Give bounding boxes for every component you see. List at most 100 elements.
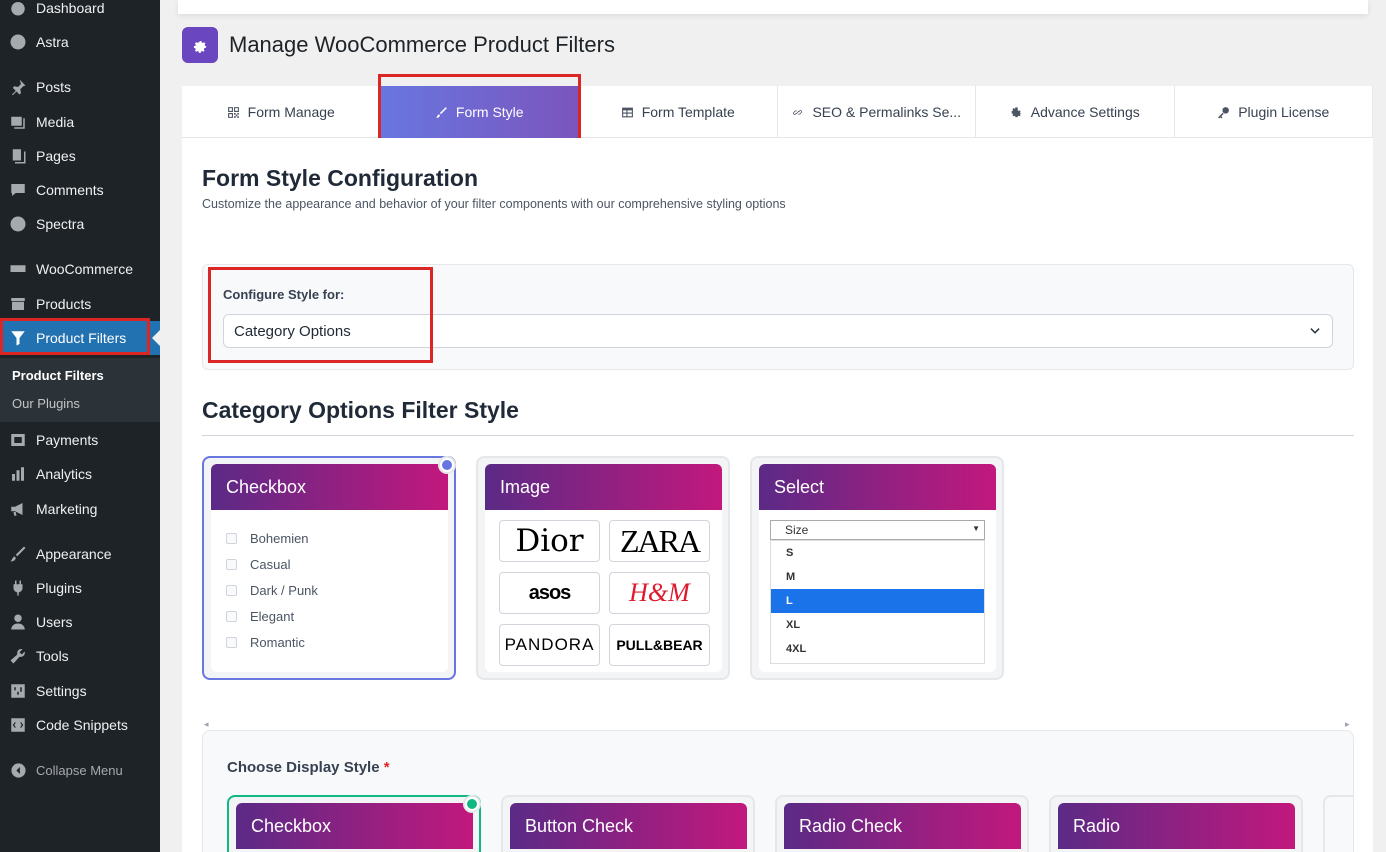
sidebar-item-label: Spectra (36, 216, 85, 232)
checkbox-option-label: Elegant (250, 609, 295, 624)
archive-icon (0, 295, 36, 313)
caret-down-icon: ▼ (972, 524, 980, 533)
sidebar-item-posts[interactable]: Posts (0, 70, 160, 104)
sidebar-item-users[interactable]: Users (0, 605, 160, 639)
sliders-icon (0, 682, 36, 700)
configure-style-select[interactable]: Category Options (223, 314, 1333, 348)
style-card-select[interactable]: Select Size ▼ S M L XL 4XL (750, 456, 1004, 680)
checkbox-icon (226, 585, 237, 596)
checkbox-icon (226, 611, 237, 622)
tab-seo-permalinks-se[interactable]: SEO & Permalinks Se... (778, 86, 976, 138)
size-select-preview: Size ▼ (770, 520, 985, 540)
wrench-icon (0, 647, 36, 665)
card-preview: Size ▼ S M L XL 4XL (759, 510, 996, 672)
collapse-arrow-icon (0, 762, 36, 779)
size-option: XL (786, 619, 801, 631)
tab-plugin-license[interactable]: Plugin License (1175, 86, 1373, 138)
sidebar-item-comments[interactable]: Comments (0, 173, 160, 207)
sidebar-item-payments[interactable]: Payments (0, 423, 160, 457)
sidebar-item-plugins[interactable]: Plugins (0, 571, 160, 605)
sidebar-item-label: Users (36, 614, 73, 630)
tab-label: Form Style (455, 104, 524, 120)
brand-logo-hm: H&M (609, 572, 710, 614)
plug-icon (0, 579, 36, 597)
filter-icon (0, 329, 36, 347)
submenu-item-product-filters[interactable]: Product Filters (12, 368, 104, 383)
top-strip (178, 0, 1368, 14)
active-pointer (152, 330, 160, 346)
config-select-value: Category Options (234, 322, 351, 340)
brand-logo-dior: Dior (499, 520, 600, 562)
sidebar-item-analytics[interactable]: Analytics (0, 457, 160, 491)
selected-radio-icon (463, 795, 481, 813)
tab-form-style[interactable]: Form Style (380, 86, 579, 138)
brand-logo-asos: asos (499, 572, 600, 614)
style-card-checkbox[interactable]: Checkbox Bohemien Casual Dark / Punk Elegan… (202, 456, 456, 680)
scroll-right-arrow[interactable]: ▸ (1345, 719, 1350, 730)
checkbox-option-label: Bohemien (250, 531, 309, 546)
megaphone-icon (0, 500, 36, 518)
tab-bar: Form Manage Form Style Form Template SEO & … (182, 86, 1373, 138)
sidebar-item-label: Appearance (36, 546, 112, 562)
tab-label: Plugin License (1238, 104, 1330, 120)
sidebar-item-label: Settings (36, 683, 87, 699)
astra-icon (0, 33, 36, 51)
filter-style-title: Category Options Filter Style (202, 397, 519, 423)
card-title: Radio (1058, 803, 1295, 849)
spectra-icon (0, 215, 36, 233)
selected-radio-icon (438, 456, 456, 474)
style-card-image[interactable]: Image Dior ZARA asos H&M PANDORA PULL&BE… (476, 456, 730, 680)
sidebar-item-products[interactable]: Products (0, 287, 160, 321)
sidebar-item-label: Pages (36, 148, 76, 164)
sidebar-item-label: Tools (36, 648, 69, 664)
checkbox-icon (226, 559, 237, 570)
dashboard-icon (0, 0, 36, 17)
page-title: Manage WooCommerce Product Filters (229, 32, 615, 57)
display-style-card-radio[interactable]: Radio (1049, 795, 1303, 852)
config-label: Configure Style for: (223, 287, 345, 302)
collapse-menu-button[interactable]: Collapse Menu (0, 755, 160, 785)
display-style-card-checkbox[interactable]: Checkbox (227, 795, 481, 852)
sidebar-item-label: WooCommerce (36, 261, 133, 277)
sidebar-item-marketing[interactable]: Marketing (0, 492, 160, 526)
checkbox-option: Romantic (226, 635, 305, 650)
card-title: Image (485, 464, 722, 510)
tab-label: Form Manage (247, 104, 335, 120)
tab-label: SEO & Permalinks Se... (812, 104, 962, 120)
tab-form-template[interactable]: Form Template (579, 86, 778, 138)
sidebar-item-code-snippets[interactable]: Code Snippets (0, 708, 160, 742)
brush-icon (435, 106, 448, 119)
sidebar-item-pages[interactable]: Pages (0, 139, 160, 173)
display-style-card-radio-check[interactable]: Radio Check (775, 795, 1029, 852)
sidebar-item-label: Payments (36, 432, 99, 448)
sidebar-item-settings[interactable]: Settings (0, 674, 160, 708)
sidebar-item-woocommerce[interactable]: WooCommerce (0, 252, 160, 286)
checkbox-option: Bohemien (226, 531, 309, 546)
sidebar-item-label: Dashboard (36, 0, 105, 16)
display-style-card-button-check[interactable]: Button Check (501, 795, 755, 852)
section-subtitle: Customize the appearance and behavior of… (202, 197, 786, 211)
qr-grid-icon (227, 106, 240, 119)
size-option: 4XL (786, 643, 807, 655)
divider (202, 435, 1354, 436)
tab-label: Advance Settings (1030, 104, 1140, 120)
sidebar-item-product-filters[interactable]: Product Filters (0, 321, 160, 355)
sidebar-item-tools[interactable]: Tools (0, 639, 160, 673)
tab-form-manage[interactable]: Form Manage (182, 86, 381, 138)
card-title: Checkbox (211, 464, 448, 510)
sidebar-item-appearance[interactable]: Appearance (0, 537, 160, 571)
sidebar-item-label: Analytics (36, 466, 93, 482)
submenu-item-our-plugins[interactable]: Our Plugins (12, 396, 80, 411)
checkbox-option: Dark / Punk (226, 583, 318, 598)
tab-label: Form Template (641, 104, 735, 120)
sidebar-item-spectra[interactable]: Spectra (0, 207, 160, 241)
scroll-left-arrow[interactable]: ◂ (204, 719, 209, 730)
checkbox-icon (226, 533, 237, 544)
sidebar-item-media[interactable]: Media (0, 105, 160, 139)
checkbox-icon (226, 637, 237, 648)
tab-advance-settings[interactable]: Advance Settings (976, 86, 1175, 138)
size-options-list: S M L XL 4XL (770, 540, 985, 664)
table-icon (621, 106, 634, 119)
sidebar-item-dashboard[interactable]: Dashboard (0, 0, 160, 25)
sidebar-item-astra[interactable]: Astra (0, 25, 160, 59)
